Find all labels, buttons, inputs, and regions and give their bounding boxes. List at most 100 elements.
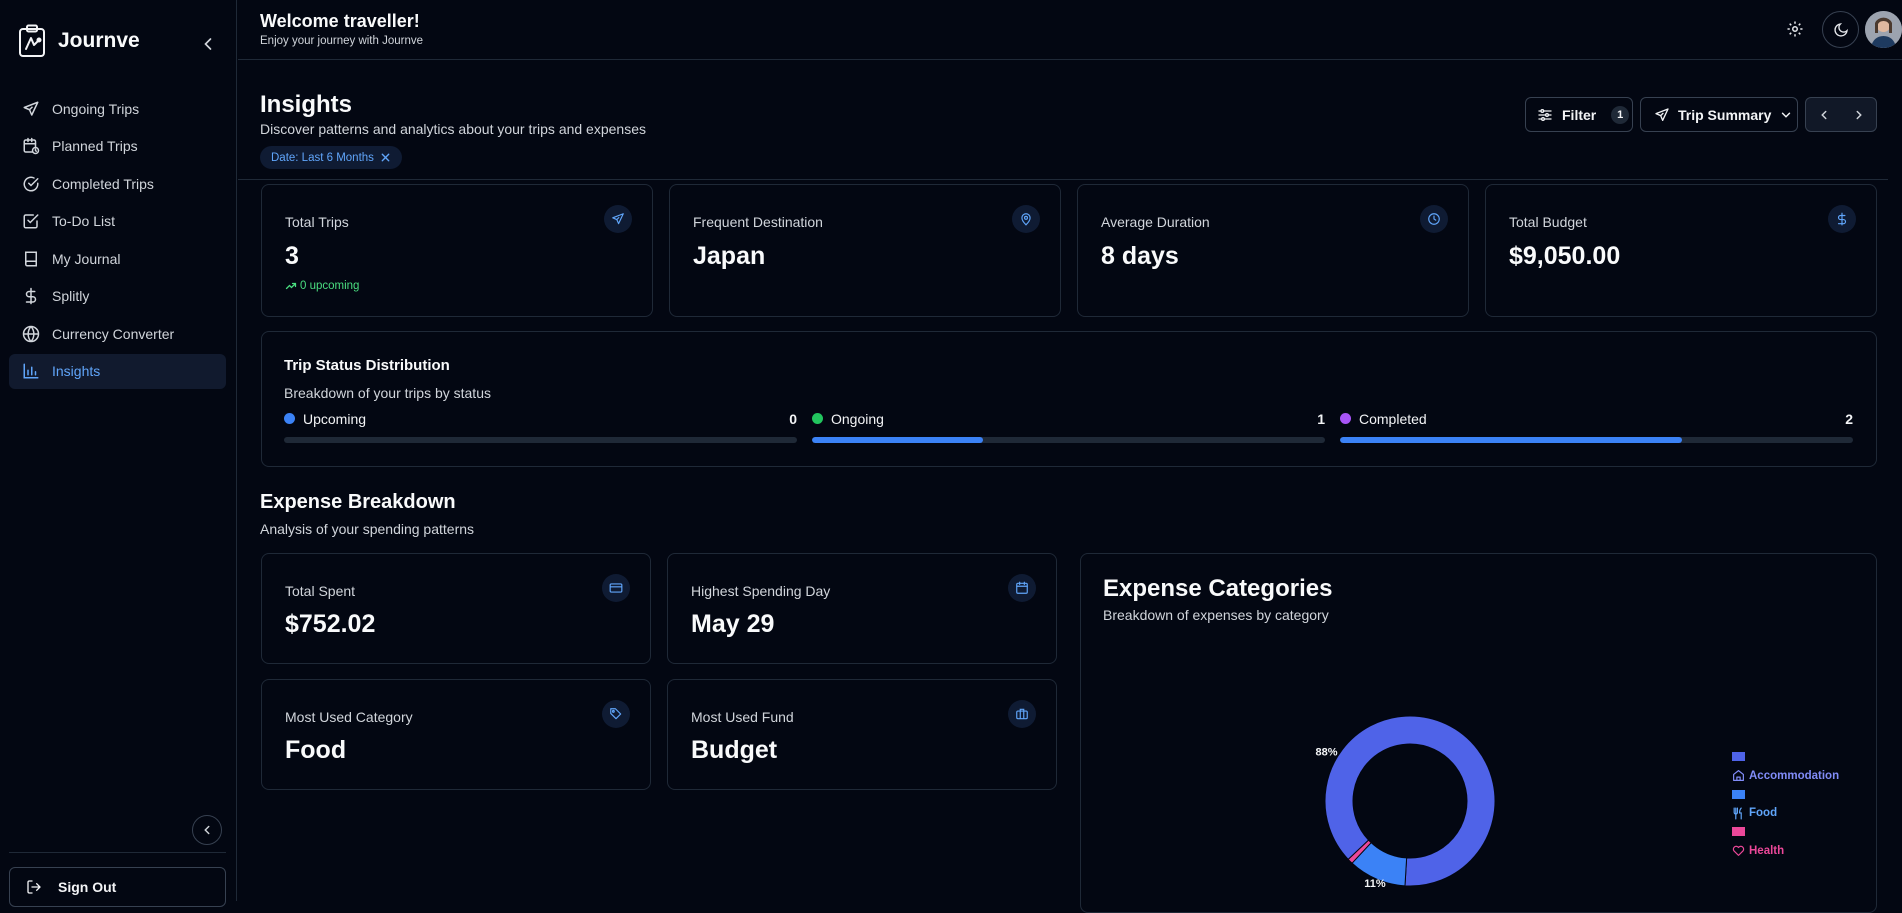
stat-value: May 29 xyxy=(691,610,775,638)
chevron-right-icon[interactable] xyxy=(1852,108,1866,122)
stat-value: 3 xyxy=(285,242,299,270)
bar-chart-icon xyxy=(22,362,40,380)
expense-categories-subtitle: Breakdown of expenses by category xyxy=(1103,607,1329,623)
date-filter-chip[interactable]: Date: Last 6 Months xyxy=(260,146,402,169)
collapse-sidebar-bottom-button[interactable] xyxy=(192,815,222,845)
plane-icon xyxy=(604,205,632,233)
stat-label: Frequent Destination xyxy=(693,214,823,230)
welcome-title: Welcome traveller! xyxy=(260,11,420,31)
trend-indicator: 0 upcoming xyxy=(285,280,359,292)
legend-label: Food xyxy=(1732,806,1778,820)
trip-status-subtitle: Breakdown of your trips by status xyxy=(284,385,491,401)
stat-label: Total Budget xyxy=(1509,214,1587,230)
status-count: 0 xyxy=(789,410,797,427)
sidebar-item-label: Planned Trips xyxy=(52,138,138,154)
utensils-icon xyxy=(1732,806,1745,820)
expense-donut-chart: 88% 11% xyxy=(1315,715,1496,890)
chevron-left-icon xyxy=(200,823,214,837)
sidebar-item-label: My Journal xyxy=(52,250,121,267)
chevron-down-icon xyxy=(1779,108,1793,122)
calendar-icon xyxy=(1008,574,1036,602)
legend-text: Accommodation xyxy=(1749,769,1840,782)
trip-summary-dropdown[interactable]: Trip Summary xyxy=(1640,97,1798,132)
stat-card-total-budget: Total Budget $9,050.00 xyxy=(1485,184,1877,317)
avatar[interactable] xyxy=(1865,11,1902,48)
sidebar-item-splitly[interactable]: Splitly xyxy=(9,279,226,314)
expense-card-total-spent: Total Spent $752.02 xyxy=(261,553,651,664)
book-icon xyxy=(22,250,40,268)
sign-out-button[interactable]: Sign Out xyxy=(9,867,226,907)
theme-toggle-button[interactable] xyxy=(1822,11,1859,48)
globe-icon xyxy=(22,325,40,343)
brand[interactable]: Journve xyxy=(18,24,140,58)
gear-icon[interactable] xyxy=(1786,20,1804,38)
page-subtitle: Discover patterns and analytics about yo… xyxy=(260,121,646,137)
stat-label: Most Used Fund xyxy=(691,709,794,725)
sidebar-item-currency-converter[interactable]: Currency Converter xyxy=(9,316,226,351)
status-dot xyxy=(284,413,295,424)
sliders-icon xyxy=(1537,107,1553,123)
status-dot xyxy=(812,413,823,424)
heart-icon xyxy=(1732,844,1745,857)
divider xyxy=(9,852,226,853)
summary-pager xyxy=(1805,97,1877,132)
map-pin-icon xyxy=(1012,205,1040,233)
stat-label: Average Duration xyxy=(1101,214,1210,230)
plane-icon xyxy=(1654,107,1670,123)
sidebar-item-label: To-Do List xyxy=(52,213,116,229)
trending-up-icon xyxy=(285,280,297,292)
sidebar-item-completed-trips[interactable]: Completed Trips xyxy=(9,166,226,201)
stat-label: Most Used Category xyxy=(285,709,413,725)
checkbox-icon xyxy=(22,212,40,230)
sidebar-item-label: Currency Converter xyxy=(52,325,175,342)
log-out-icon xyxy=(26,879,42,895)
clock-icon xyxy=(1420,205,1448,233)
filter-count-badge: 1 xyxy=(1611,105,1630,124)
check-circle-icon xyxy=(22,175,40,193)
filter-button[interactable]: Filter 1 xyxy=(1525,97,1633,132)
sidebar-item-insights[interactable]: Insights xyxy=(9,353,226,389)
sidebar-item-ongoing-trips[interactable]: Ongoing Trips xyxy=(9,91,226,126)
progress-track xyxy=(812,437,1325,443)
stat-card-average-duration: Average Duration 8 days xyxy=(1077,184,1469,317)
progress-track xyxy=(284,437,797,443)
sidebar-item-planned-trips[interactable]: Planned Trips xyxy=(9,129,226,164)
tag-icon xyxy=(602,700,630,728)
stat-card-total-trips: Total Trips 3 0 upcoming xyxy=(261,184,653,317)
expense-breakdown-title: Expense Breakdown xyxy=(260,491,456,513)
dollar-icon xyxy=(1828,205,1856,233)
stat-value: 8 days xyxy=(1101,242,1179,270)
chevron-left-icon[interactable] xyxy=(1817,108,1831,122)
stat-card-frequent-destination: Frequent Destination Japan xyxy=(669,184,1061,317)
close-icon[interactable] xyxy=(380,152,391,163)
sign-out-label: Sign Out xyxy=(58,879,117,895)
sidebar-item-label: Ongoing Trips xyxy=(52,100,140,117)
collapse-sidebar-button[interactable] xyxy=(198,34,218,54)
status-count: 1 xyxy=(1317,410,1325,427)
stat-value: Budget xyxy=(691,736,778,764)
legend-text: Food xyxy=(1749,807,1778,819)
status-count: 2 xyxy=(1845,410,1853,427)
expense-card-most-used-fund: Most Used Fund Budget xyxy=(667,679,1057,790)
trend-text: 0 upcoming xyxy=(300,280,360,292)
expense-categories-title: Expense Categories xyxy=(1103,575,1333,602)
stat-value: Japan xyxy=(693,242,766,270)
filter-label: Filter xyxy=(1562,106,1597,123)
sidebar-item-my-journal[interactable]: My Journal xyxy=(9,241,226,276)
legend-text: Health xyxy=(1749,844,1785,857)
expense-breakdown-subtitle: Analysis of your spending patterns xyxy=(260,521,475,537)
progress-fill xyxy=(1340,437,1683,443)
divider xyxy=(238,179,1888,180)
sidebar-item-label: Completed Trips xyxy=(52,175,154,192)
stat-value: $9,050.00 xyxy=(1509,242,1621,270)
trip-status-card xyxy=(261,331,1877,467)
top-bar: Welcome traveller! Enjoy your journey wi… xyxy=(238,0,1902,60)
legend-swatch xyxy=(1732,827,1745,836)
sidebar-item-todo-list[interactable]: To-Do List xyxy=(9,204,226,239)
plane-icon xyxy=(22,100,40,118)
legend-label: Accommodation xyxy=(1732,769,1839,782)
stat-label: Total Trips xyxy=(285,214,349,230)
sidebar-item-label: Insights xyxy=(52,363,101,379)
donut-data-label: 88% xyxy=(1315,747,1337,759)
date-filter-label: Date: Last 6 Months xyxy=(271,151,374,164)
